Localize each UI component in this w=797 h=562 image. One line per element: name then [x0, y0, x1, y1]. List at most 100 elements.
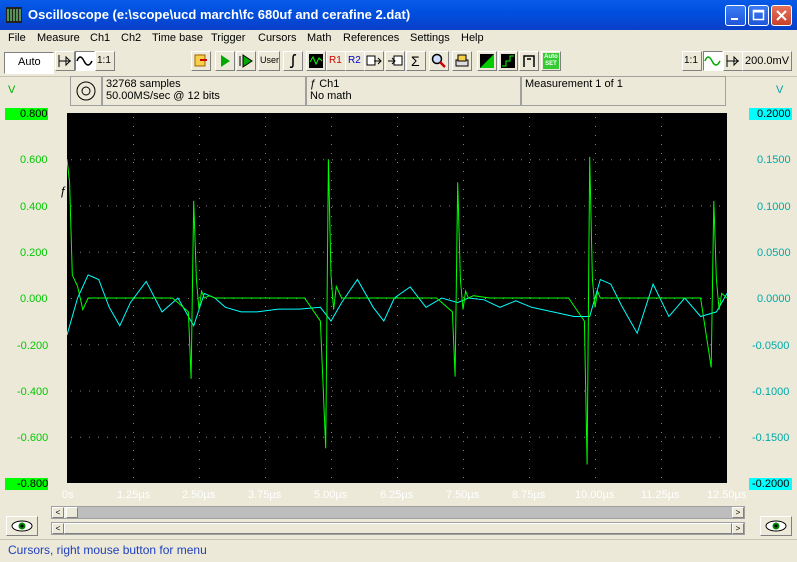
- display-mode-button[interactable]: [306, 51, 326, 71]
- x-tick: 3.75µs: [248, 489, 282, 501]
- menu-references[interactable]: References: [343, 32, 399, 44]
- step-wave-icon: [501, 54, 515, 68]
- left-tick: -0.800: [17, 478, 49, 490]
- menu-trigger[interactable]: Trigger: [211, 32, 245, 44]
- right-unit-label: V: [776, 84, 784, 96]
- menu-cursors[interactable]: Cursors: [258, 32, 297, 44]
- menu-ch1[interactable]: Ch1: [90, 32, 110, 44]
- oscilloscope-app-icon: [6, 7, 22, 23]
- menu-file[interactable]: File: [8, 32, 26, 44]
- channel-cell: ƒ Ch1 No math: [306, 76, 521, 106]
- play-icon: [221, 55, 230, 67]
- scroll-right-arrow-icon[interactable]: >: [732, 523, 744, 534]
- menu-measure[interactable]: Measure: [37, 32, 80, 44]
- ch2-slope-button[interactable]: [723, 51, 743, 71]
- printer-icon: [455, 54, 469, 67]
- x-tick: 1.25µs: [117, 489, 151, 501]
- ch2-ratio-button[interactable]: 1:1: [682, 51, 702, 71]
- import-button[interactable]: [385, 51, 405, 71]
- info-panel: 32768 samples 50.00MS/sec @ 12 bits ƒ Ch…: [70, 76, 726, 108]
- x-tick: 12.50µs: [707, 489, 747, 501]
- sum-button[interactable]: Σ: [406, 51, 426, 71]
- ch2-ratio-label: 1:1: [684, 55, 698, 66]
- menu-time-base[interactable]: Time base: [152, 32, 203, 44]
- right-tick: 0.1000: [757, 201, 791, 213]
- sigma-icon: Σ: [411, 53, 420, 69]
- eye-icon: [11, 520, 33, 532]
- integral-icon: [289, 54, 297, 68]
- left-tick: 0.400: [20, 201, 48, 213]
- right-tick: -0.2000: [752, 478, 790, 490]
- step-display-button[interactable]: [498, 51, 518, 71]
- step-icon: [239, 54, 253, 68]
- ch1-visibility-button[interactable]: [6, 516, 38, 536]
- ch1-ratio-button[interactable]: 1:1: [95, 51, 115, 71]
- zoom-button[interactable]: [429, 51, 449, 71]
- menu-settings[interactable]: Settings: [410, 32, 450, 44]
- ch1-trace: [66, 156, 728, 465]
- autoset-button[interactable]: Auto SET: [541, 51, 561, 71]
- run-button[interactable]: [215, 51, 235, 71]
- reference-r1-button[interactable]: R1: [326, 51, 346, 71]
- trigger-slope-icon: [58, 55, 71, 67]
- horizontal-scrollbar-bottom[interactable]: < >: [51, 522, 745, 535]
- function-button[interactable]: [283, 51, 303, 71]
- right-tick: -0.0500: [752, 340, 790, 352]
- menu-ch2[interactable]: Ch2: [121, 32, 141, 44]
- sample-rate: 50.00MS/sec @ 12 bits: [106, 90, 220, 102]
- ch2-trace: [66, 274, 728, 336]
- ch1-ratio-label: 1:1: [97, 55, 111, 66]
- reference-r2-button[interactable]: R2: [345, 51, 365, 71]
- waveform-display[interactable]: [66, 113, 728, 483]
- load-button[interactable]: [191, 51, 211, 71]
- left-tick: -0.400: [17, 386, 49, 398]
- single-run-button[interactable]: [236, 51, 256, 71]
- left-tick: 0.000: [20, 293, 48, 305]
- persistence-button[interactable]: [519, 51, 539, 71]
- user-button[interactable]: User: [258, 51, 280, 71]
- color-scheme-button[interactable]: [477, 51, 497, 71]
- export-icon: [366, 55, 382, 66]
- minimize-button[interactable]: [725, 5, 746, 26]
- window-title: Oscilloscope (e:\scope\ucd march\fc 680u…: [28, 7, 411, 22]
- ch1-wave-toggle[interactable]: [75, 51, 95, 71]
- maximize-icon: [752, 9, 765, 21]
- circle-target-icon: [76, 81, 96, 101]
- x-tick: 0s: [62, 489, 74, 501]
- import-icon: [388, 55, 403, 66]
- magnifier-icon: [431, 53, 446, 68]
- ch2-wave-toggle[interactable]: [703, 51, 723, 71]
- scroll-thumb[interactable]: [66, 507, 78, 518]
- acquisition-cell: 32768 samples 50.00MS/sec @ 12 bits: [102, 76, 306, 106]
- menu-help[interactable]: Help: [461, 32, 484, 44]
- left-tick: 0.200: [20, 247, 48, 259]
- close-button[interactable]: [771, 5, 792, 26]
- r1-label: R1: [329, 55, 342, 66]
- right-tick: 0.1500: [757, 154, 791, 166]
- export-button[interactable]: [364, 51, 384, 71]
- autoset-label: Auto SET: [544, 54, 558, 67]
- minimize-icon: [731, 18, 738, 20]
- status-text: Cursors, right mouse button for menu: [8, 543, 207, 557]
- horizontal-scrollbar-top[interactable]: < >: [51, 506, 745, 519]
- trigger-mode-box[interactable]: Auto: [4, 52, 54, 74]
- trigger-cursor-marker[interactable]: ƒ: [60, 184, 67, 198]
- scroll-left-arrow-icon[interactable]: <: [52, 523, 64, 534]
- x-tick: 8.75µs: [512, 489, 546, 501]
- maximize-button[interactable]: [748, 5, 769, 26]
- scroll-track[interactable]: [78, 507, 732, 518]
- volts-div-button[interactable]: 200.0mV: [742, 51, 792, 71]
- scroll-left-arrow-icon[interactable]: <: [52, 507, 64, 518]
- trigger-slope-button[interactable]: [55, 51, 75, 71]
- sample-count: 32768 samples: [106, 78, 181, 90]
- scroll-thumb[interactable]: [64, 523, 732, 534]
- left-tick: 0.600: [20, 154, 48, 166]
- right-tick: -0.1500: [752, 432, 790, 444]
- menu-math[interactable]: Math: [307, 32, 331, 44]
- x-tick: 2.50µs: [182, 489, 216, 501]
- print-button[interactable]: [452, 51, 472, 71]
- ch2-visibility-button[interactable]: [760, 516, 792, 536]
- x-tick: 11.25µs: [641, 489, 680, 501]
- scroll-right-arrow-icon[interactable]: >: [732, 507, 744, 518]
- x-tick: 10.00µs: [575, 489, 615, 501]
